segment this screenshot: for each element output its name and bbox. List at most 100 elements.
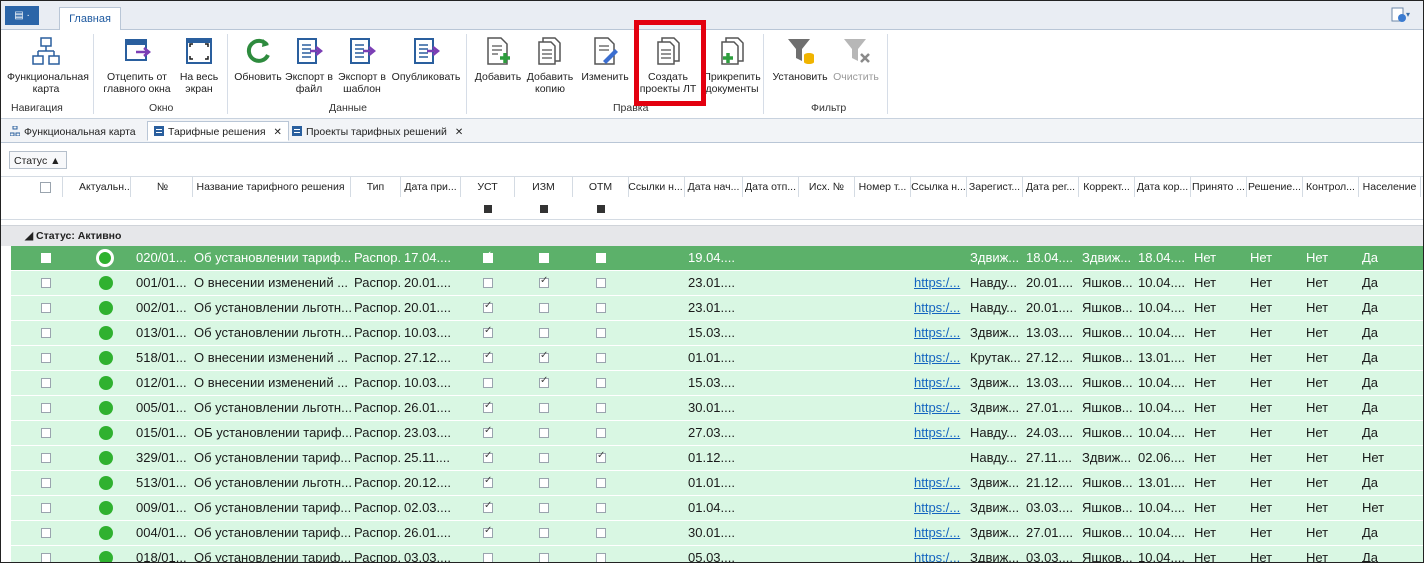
cell-izm-checkbox[interactable] <box>539 478 549 488</box>
fullscreen-button[interactable]: На весь экран <box>175 36 223 95</box>
close-icon[interactable]: ✕ <box>274 127 282 138</box>
filter-checkbox[interactable] <box>597 205 605 213</box>
row-checkbox[interactable] <box>41 303 51 313</box>
tab-functional-map[interactable]: Функциональная карта <box>3 121 143 141</box>
cell-link[interactable]: https:/... <box>914 546 967 562</box>
cell-izm-checkbox[interactable] <box>539 428 549 438</box>
row-checkbox[interactable] <box>41 453 51 463</box>
cell-ust-checkbox[interactable] <box>483 400 493 413</box>
filter-checkbox[interactable] <box>484 205 492 213</box>
cell-ust-checkbox[interactable] <box>483 500 493 513</box>
column-header[interactable]: Дата рег... <box>1023 177 1079 197</box>
column-header[interactable]: № <box>133 177 193 197</box>
row-checkbox[interactable] <box>41 328 51 338</box>
table-row[interactable]: 013/01... Об установлении льготн... Распор… <box>1 321 1423 346</box>
table-row[interactable]: 513/01... Об установлении льготн... Распор… <box>1 471 1423 496</box>
add-copy-button[interactable]: Добавить копию <box>525 36 575 95</box>
column-header[interactable]: Дата отп... <box>743 177 799 197</box>
row-checkbox[interactable] <box>41 278 51 288</box>
functional-map-button[interactable]: Функциональная карта <box>7 36 89 95</box>
table-row[interactable]: 329/01... Об установлении тариф... Распор.… <box>1 446 1423 471</box>
edit-button[interactable]: Изменить <box>579 36 631 83</box>
status-group-button[interactable]: Статус ▲ <box>9 151 67 169</box>
row-checkbox[interactable] <box>41 428 51 438</box>
column-header[interactable]: Дата при... <box>401 177 461 197</box>
row-checkbox[interactable] <box>41 528 51 538</box>
select-all-checkbox[interactable] <box>29 177 63 197</box>
table-row[interactable]: 020/01... Об установлении тариф... Распор.… <box>1 246 1423 271</box>
table-row[interactable]: 009/01... Об установлении тариф... Распор.… <box>1 496 1423 521</box>
cell-otm-checkbox[interactable] <box>596 378 606 388</box>
column-header[interactable]: Ссылка н... <box>911 177 967 197</box>
close-icon[interactable]: ✕ <box>455 127 463 138</box>
row-checkbox[interactable] <box>41 478 51 488</box>
cell-izm-checkbox[interactable] <box>539 275 549 288</box>
row-checkbox[interactable] <box>41 553 51 562</box>
help-icon[interactable]: ▾ <box>1391 7 1413 23</box>
add-button[interactable]: Добавить <box>471 36 525 83</box>
cell-izm-checkbox[interactable] <box>539 403 549 413</box>
cell-link[interactable]: https:/... <box>914 496 967 520</box>
tab-tariff-projects[interactable]: Проекты тарифных решений ✕ <box>285 121 470 141</box>
column-header[interactable]: Ссылки н... <box>627 177 685 197</box>
table-row[interactable]: 018/01... Об установлении тариф... Распор.… <box>1 546 1423 562</box>
cell-otm-checkbox[interactable] <box>596 528 606 538</box>
column-header[interactable]: Решение... <box>1247 177 1303 197</box>
row-checkbox[interactable] <box>41 403 51 413</box>
cell-ust-checkbox[interactable] <box>483 525 493 538</box>
cell-ust-checkbox[interactable] <box>483 325 493 338</box>
cell-link[interactable]: https:/... <box>914 346 967 370</box>
column-header[interactable]: Дата нач... <box>685 177 743 197</box>
table-row[interactable]: 002/01... Об установлении льготн... Распор… <box>1 296 1423 321</box>
cell-izm-checkbox[interactable] <box>539 328 549 338</box>
export-file-button[interactable]: Экспорт в файл <box>285 36 333 95</box>
column-header[interactable]: Название тарифного решения <box>191 177 351 197</box>
cell-otm-checkbox[interactable] <box>596 428 606 438</box>
row-checkbox[interactable] <box>41 378 51 388</box>
column-header[interactable]: Контрол... <box>1303 177 1359 197</box>
column-header[interactable]: Номер т... <box>855 177 911 197</box>
cell-link[interactable]: https:/... <box>914 271 967 295</box>
publish-button[interactable]: Опубликовать <box>391 36 461 83</box>
cell-izm-checkbox[interactable] <box>539 375 549 388</box>
cell-link[interactable] <box>914 446 967 470</box>
attach-documents-button[interactable]: Прикрепить документы <box>703 36 761 95</box>
cell-izm-checkbox[interactable] <box>539 253 549 263</box>
cell-ust-checkbox[interactable] <box>483 450 493 463</box>
column-header[interactable]: ОТМ <box>573 177 629 197</box>
cell-izm-checkbox[interactable] <box>539 350 549 363</box>
app-menu-button[interactable]: ▤ · <box>5 6 39 25</box>
cell-link[interactable]: https:/... <box>914 396 967 420</box>
cell-link[interactable]: https:/... <box>914 371 967 395</box>
cell-otm-checkbox[interactable] <box>596 328 606 338</box>
cell-ust-checkbox[interactable] <box>483 378 493 388</box>
cell-otm-checkbox[interactable] <box>596 478 606 488</box>
detach-window-button[interactable]: Отцепить от главного окна <box>101 36 173 95</box>
row-checkbox[interactable] <box>41 353 51 363</box>
cell-izm-checkbox[interactable] <box>539 528 549 538</box>
tab-home[interactable]: Главная <box>59 7 121 31</box>
clear-filter-button[interactable]: Очистить <box>831 36 881 83</box>
tab-tariff-decisions[interactable]: Тарифные решения ✕ <box>147 121 289 141</box>
cell-ust-checkbox[interactable] <box>483 553 493 562</box>
table-row[interactable]: 012/01... О внесении изменений ... Распор.… <box>1 371 1423 396</box>
cell-otm-checkbox[interactable] <box>596 503 606 513</box>
table-row[interactable]: 015/01... ОБ установлении тариф... Распор.… <box>1 421 1423 446</box>
cell-otm-checkbox[interactable] <box>596 403 606 413</box>
cell-otm-checkbox[interactable] <box>596 278 606 288</box>
cell-ust-checkbox[interactable] <box>483 350 493 363</box>
cell-otm-checkbox[interactable] <box>596 253 606 263</box>
cell-otm-checkbox[interactable] <box>596 303 606 313</box>
table-row[interactable]: 001/01... О внесении изменений ... Распор.… <box>1 271 1423 296</box>
set-filter-button[interactable]: Установить <box>771 36 829 83</box>
cell-ust-checkbox[interactable] <box>483 278 493 288</box>
column-header[interactable]: Зарегист... <box>967 177 1023 197</box>
export-template-button[interactable]: Экспорт в шаблон <box>335 36 389 95</box>
column-header[interactable]: УСТ <box>461 177 515 197</box>
column-header[interactable]: Дата кор... <box>1135 177 1191 197</box>
cell-izm-checkbox[interactable] <box>539 503 549 513</box>
table-row[interactable]: 518/01... О внесении изменений ... Распор.… <box>1 346 1423 371</box>
column-header[interactable]: Коррект... <box>1079 177 1135 197</box>
cell-link[interactable]: https:/... <box>914 321 967 345</box>
table-row[interactable]: 004/01... Об установлении тариф... Распор.… <box>1 521 1423 546</box>
